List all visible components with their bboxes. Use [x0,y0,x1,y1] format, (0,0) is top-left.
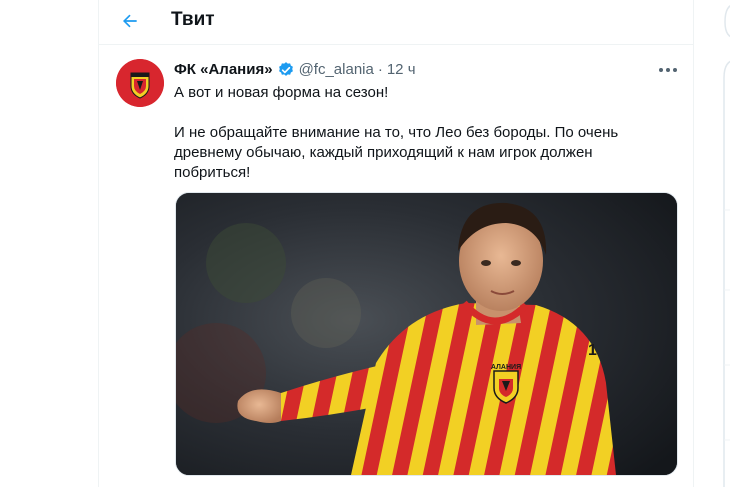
avatar[interactable] [116,59,164,107]
tweet-text-line: И не обращайте внимание на то, что Лео б… [174,124,619,181]
sidebar-card-corner [723,5,730,487]
author-name[interactable]: ФК «Алания» [174,60,273,79]
verified-badge-icon [278,61,293,76]
tweet-text: А вот и новая форма на сезон! И не обращ… [174,83,644,183]
tweet-column: Твит ФК «Алания» @fc_alania · 12 ч А вот… [98,0,694,487]
author-handle[interactable]: @fc_alania [299,60,374,79]
page-title: Твит [171,9,215,30]
jersey-badge-text: АЛАНИЯ [491,364,521,371]
more-button[interactable] [653,58,683,82]
back-button[interactable] [115,6,145,36]
tweet-header: Твит [99,0,693,45]
tweet-timestamp[interactable]: 12 ч [387,60,416,79]
arrow-left-icon [123,14,137,28]
tweet-text-line: А вот и новая форма на сезон! [174,84,389,101]
player-photo: АЛАНИЯ 1 [176,193,677,475]
tweet-photo[interactable]: АЛАНИЯ 1 [175,192,678,476]
more-horizontal-icon [659,68,677,72]
tweet-author-row: ФК «Алания» @fc_alania · 12 ч [174,60,416,79]
club-logo-icon [116,59,164,107]
separator-dot: · [377,61,383,78]
sleeve-number: 1 [588,342,597,359]
right-sidebar-edge [708,0,730,487]
